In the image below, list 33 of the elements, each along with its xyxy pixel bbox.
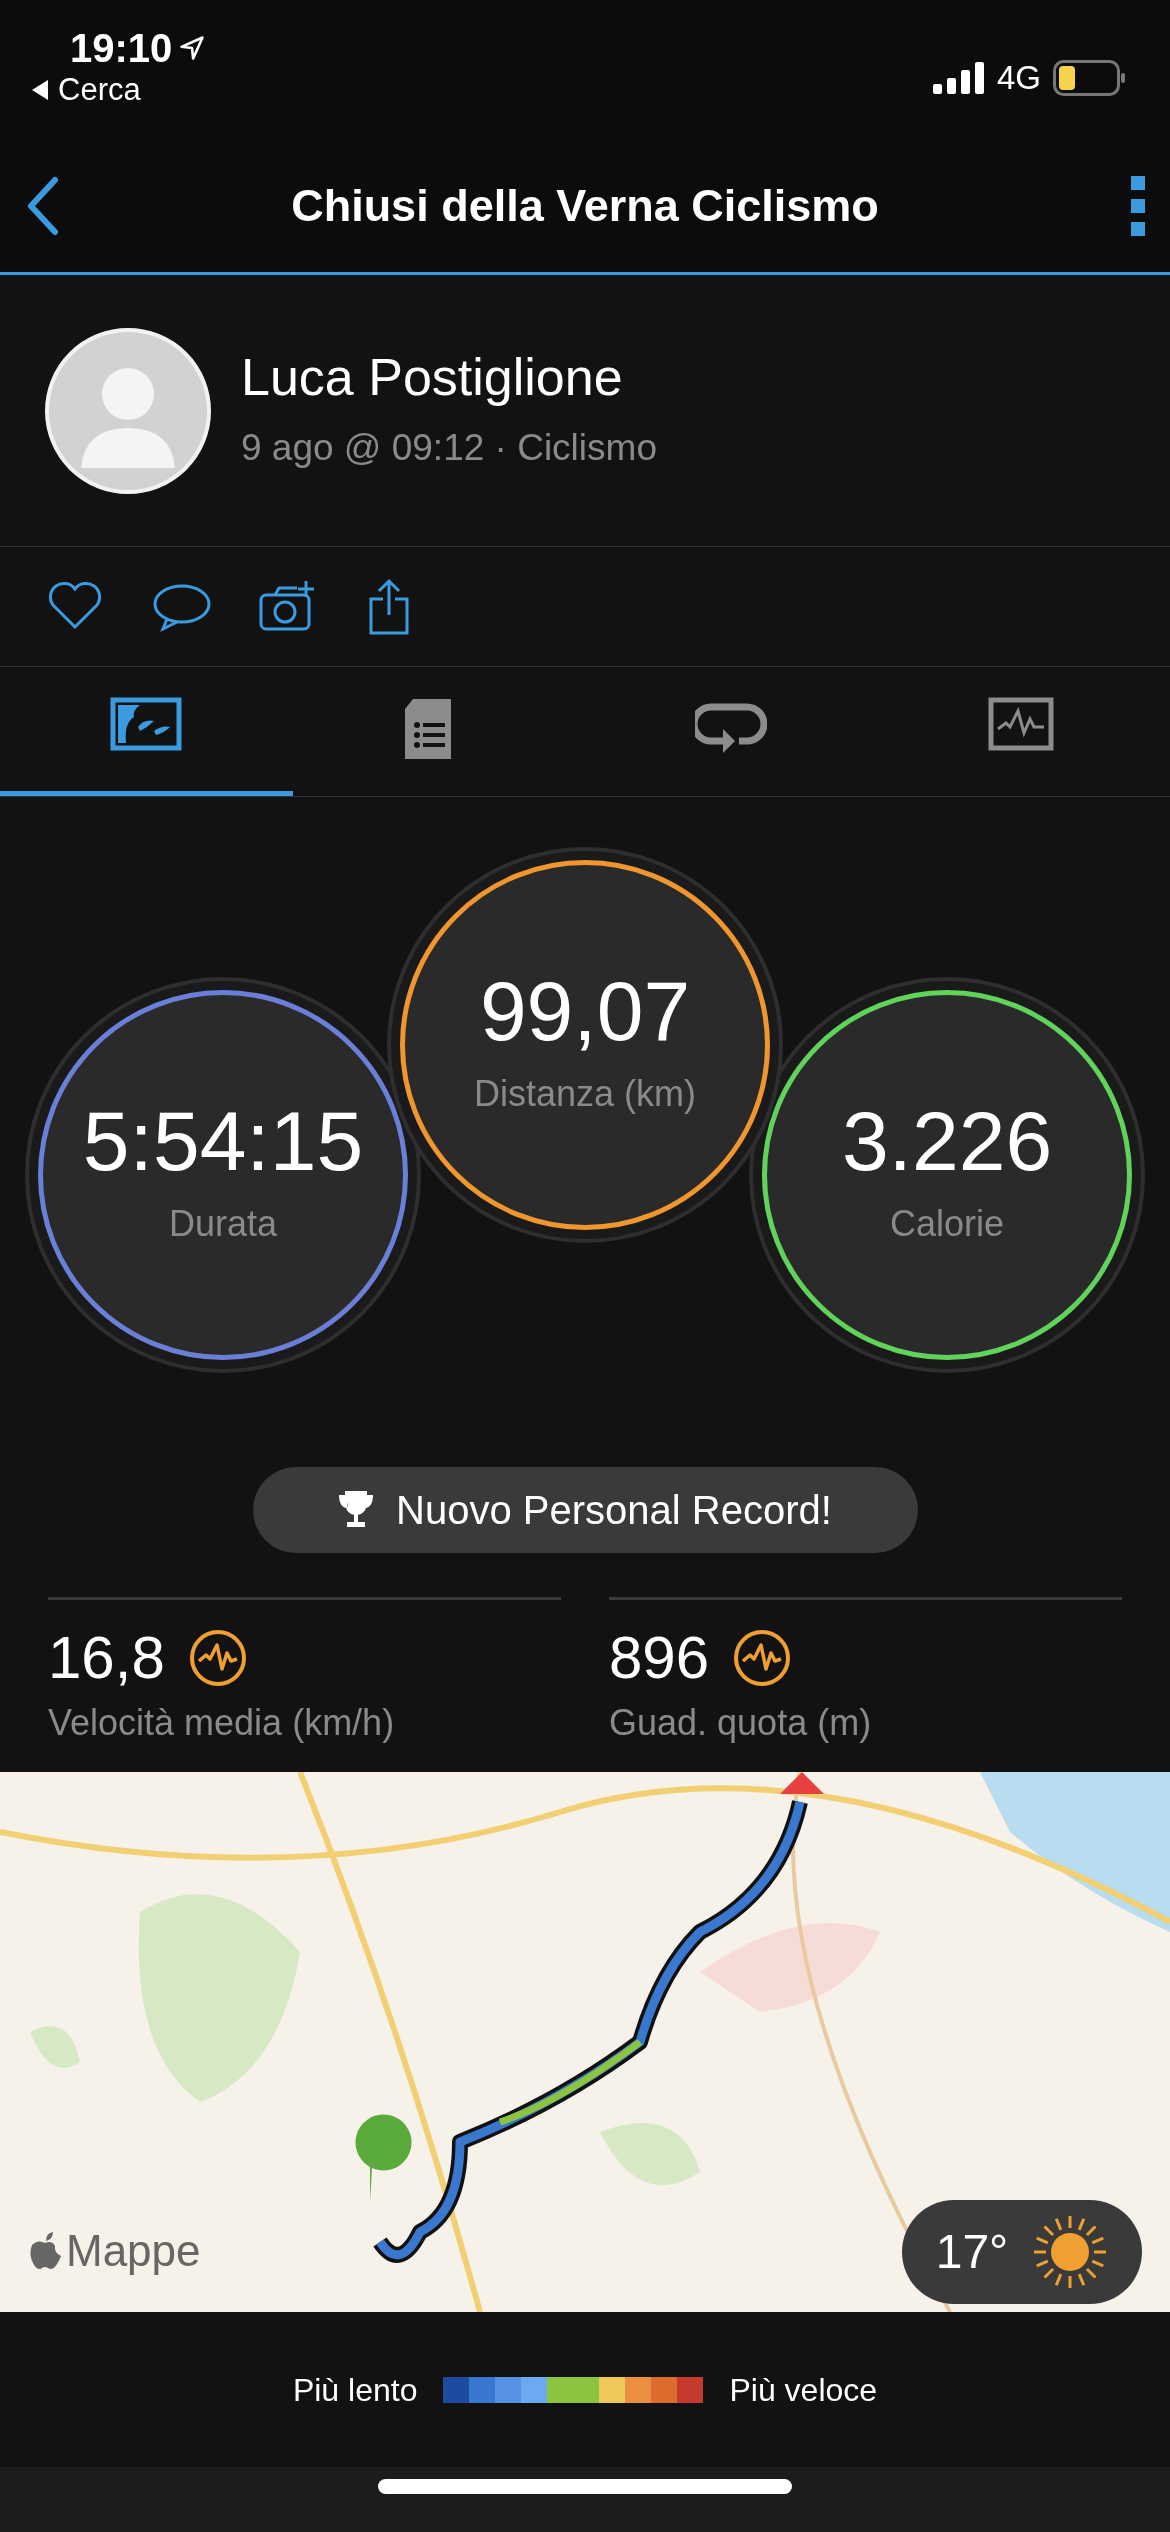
signal-icon (932, 62, 985, 94)
battery-icon (1053, 60, 1125, 96)
stat-label: Guad. quota (m) (609, 1701, 873, 1745)
metric-label: Calorie (889, 1202, 1004, 1246)
personal-record-badge: Nuovo Personal Record! (252, 1467, 918, 1553)
metric-value: 99,07 (479, 969, 691, 1053)
back-to-app-link[interactable]: Cerca (58, 74, 141, 105)
more-icon (1131, 176, 1145, 236)
activity-subtitle: 9 ago @ 09:12 · Ciclismo (241, 426, 657, 471)
metric-label: Durata (168, 1202, 278, 1246)
stat-value: 16,8 (48, 1628, 165, 1688)
metric-value: 3.226 (841, 1099, 1053, 1183)
legend-fast-label: Più veloce (729, 2370, 878, 2410)
sun-icon (1032, 2214, 1109, 2290)
activity-graph-icon (733, 1629, 792, 1687)
stat-label: Velocità media (km/h) (48, 1701, 396, 1745)
stat-value: 896 (609, 1628, 710, 1688)
screen-title: Chiusi della Verna Ciclismo (291, 179, 879, 234)
map-attribution: Mappe (66, 2225, 201, 2277)
metric-value: 5:54:15 (82, 1099, 364, 1183)
location-arrow-icon (178, 34, 207, 62)
legend-slow-label: Più lento (292, 2370, 418, 2410)
back-icon (25, 176, 61, 236)
metric-label: Distanza (km) (474, 1072, 696, 1116)
network-label: 4G (996, 58, 1041, 99)
athlete-name: Luca Postiglione (241, 347, 624, 409)
trophy-icon (338, 1490, 375, 1530)
avatar-icon (45, 327, 211, 494)
back-triangle-icon (30, 78, 50, 101)
activity-graph-icon (188, 1629, 247, 1687)
apple-logo-icon (28, 2231, 62, 2271)
weather-badge: 17° (902, 2200, 1142, 2304)
status-time: 19:10 (70, 28, 173, 68)
